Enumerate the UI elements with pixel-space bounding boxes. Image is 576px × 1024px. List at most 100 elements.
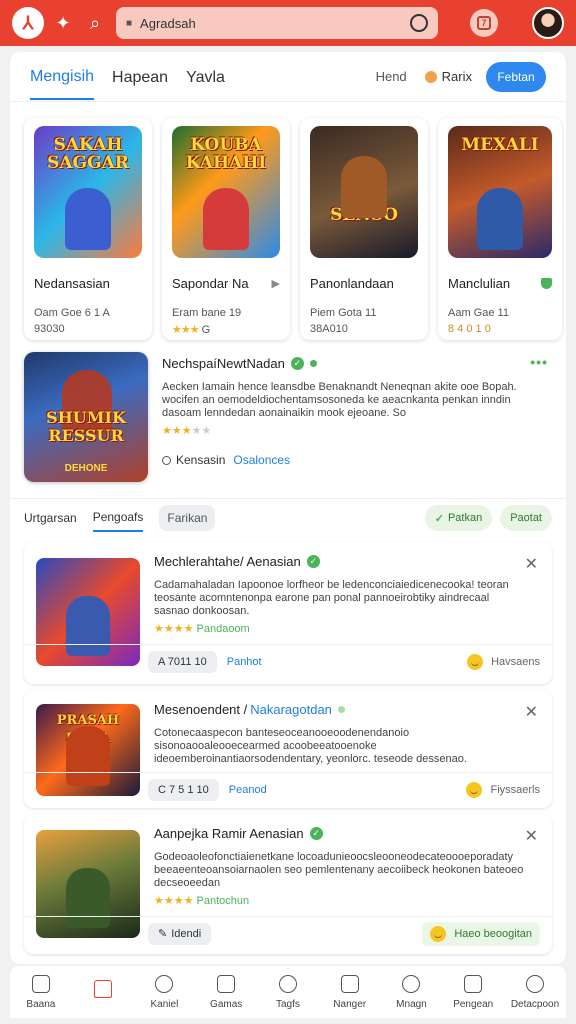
nav-home[interactable]: Baana — [12, 974, 70, 1010]
close-icon[interactable]: ✕ — [525, 702, 538, 722]
nav-manager[interactable]: Nanger — [321, 974, 379, 1010]
list-item[interactable]: Aanpejka Ramir Aenasian ✓ ✕ Godeoaoleofo… — [24, 814, 552, 954]
item-description: Cotonecaaspecon banteseoceanooeoodenenda… — [154, 727, 467, 765]
featured-description: Aecken Iamain hence leansdbe Benaknandt … — [162, 381, 517, 419]
game-thumbnail: SENSO — [310, 126, 418, 258]
item-chip[interactable]: ✎ Idendi — [148, 922, 212, 945]
featured-link-2[interactable]: Osalonces — [233, 453, 290, 467]
home-icon — [31, 974, 50, 993]
sub-tabs: Urtgarsan Pengoafs Farikan ✓ Patkan Paota… — [24, 504, 552, 532]
verified-check-icon: ✓ — [306, 555, 320, 568]
filter-pill-1[interactable]: ✓ Patkan — [424, 505, 493, 531]
close-icon[interactable]: ✕ — [525, 554, 538, 574]
nav-friends[interactable]: Mnagn — [382, 974, 440, 1010]
featured-thumbnail: SHUMIK RESSUR DEHONE — [24, 352, 148, 482]
item-link[interactable]: Peanod — [229, 784, 267, 796]
item-footer: C 7 5 1 10 Peanod Fiyssaerls — [24, 772, 552, 806]
featured-rating: ★★★★★ — [162, 425, 212, 437]
item-status[interactable]: Fiyssaerls — [490, 784, 540, 796]
online-dot-icon — [309, 360, 317, 367]
history-icon[interactable] — [410, 14, 428, 32]
search-icon[interactable]: ⌕ — [82, 10, 108, 36]
tab-2[interactable]: Yavla — [186, 55, 225, 99]
smiley-icon — [467, 653, 484, 670]
item-title: Mesenoendent / — [154, 702, 248, 717]
item-footer: ✎ Idendi Haeo beoogitan — [24, 916, 552, 950]
address-bar[interactable]: ■ Agradsah — [116, 7, 438, 39]
item-description: Cadamahaladan Iapoonoe lorfheor be leden… — [154, 579, 509, 617]
game-card[interactable]: MEXALI Manclulian Aam Gae 11 8 4 0 1 0 — [438, 118, 562, 340]
subtab-0[interactable]: Urtgarsan — [24, 505, 77, 531]
play-icon[interactable]: ▶ — [272, 277, 280, 290]
avatar[interactable] — [532, 7, 564, 39]
verified-check-icon: ✓ — [309, 827, 323, 840]
item-status[interactable]: Havsaens — [491, 656, 540, 668]
url-text: Agradsah — [140, 15, 196, 31]
item-link[interactable]: Panhot — [227, 656, 262, 668]
primary-action-button[interactable]: Febtan — [486, 61, 546, 92]
game-meta: Oam Goe 6 1 A — [34, 307, 110, 319]
nav-home-active[interactable] — [74, 980, 132, 1004]
item-status: Haeo beoogitan — [454, 927, 532, 940]
list-icon — [340, 974, 359, 993]
thumbnail-title: SAKAH SAGGAR — [47, 135, 129, 173]
game-name: Panonlandaan — [310, 276, 394, 291]
games-row: SAKAH SAGGAR Nedansasian Oam Goe 6 1 A 9… — [24, 118, 562, 340]
featured-link-1[interactable]: Kensasin — [176, 453, 225, 467]
check-icon: ✓ — [434, 512, 444, 525]
tag-icon — [278, 974, 297, 993]
character-figure — [203, 188, 249, 250]
item-chip[interactable]: A 7011 10 — [148, 650, 217, 673]
tab-0[interactable]: Mengisih — [30, 54, 95, 100]
subtab-1[interactable]: Pengoafs — [92, 504, 144, 532]
verified-check-icon: ✓ — [290, 357, 304, 370]
game-name: Manclulian — [448, 276, 511, 291]
bottom-nav: Baana Kaniel Gamas Tagfs Nanger Mnagn Pe… — [10, 966, 566, 1018]
item-chip[interactable]: C 7 5 1 10 — [148, 778, 219, 801]
rank-link[interactable]: Rarix — [424, 69, 472, 84]
nav-profile[interactable]: Kaniel — [135, 974, 193, 1010]
item-title-link[interactable]: Nakaragotdan — [250, 702, 332, 717]
bolt-icon[interactable]: ✦ — [50, 10, 76, 36]
game-name: Sapondar Na — [172, 276, 249, 291]
subtab-2[interactable]: Farikan — [159, 505, 216, 531]
game-card[interactable]: SENSO Panonlandaan Piem Gota 11 38A010 — [300, 118, 428, 340]
game-rating: 93030 — [34, 323, 65, 335]
chat-icon — [464, 974, 483, 993]
top-bar: ⅄ ✦ ⌕ ■ Agradsah 7 — [0, 0, 576, 46]
app-logo-icon[interactable]: ⅄ — [12, 7, 44, 39]
item-title: Aanpejka Ramir Aenasian — [154, 826, 304, 841]
game-card[interactable]: KOUBA KAHAHI Sapondar Na ▶ Eram bane 19 … — [162, 118, 290, 340]
account-icon — [526, 974, 544, 993]
character-figure — [65, 188, 111, 250]
nav-tags[interactable]: Tagfs — [259, 974, 317, 1010]
game-rating: 38A010 — [310, 323, 348, 335]
smiley-icon — [466, 781, 483, 798]
item-status-box[interactable]: Haeo beoogitan — [422, 921, 540, 946]
more-options-icon[interactable]: ••• — [530, 354, 548, 370]
nav-games[interactable]: Gamas — [197, 974, 255, 1010]
close-icon[interactable]: ✕ — [525, 826, 538, 846]
divider — [10, 498, 566, 499]
item-footer: A 7011 10 Panhot Havsaens — [24, 644, 552, 678]
main-tabs: Mengisih Hapean Yavla Hend Rarix Febtan — [10, 52, 566, 102]
filter-pill-2[interactable]: Paotat — [500, 505, 552, 531]
character-figure — [341, 156, 387, 218]
nav-account[interactable]: Detacpoon — [506, 974, 564, 1010]
character-figure — [477, 188, 523, 250]
nav-messages[interactable]: Pengean — [444, 974, 502, 1010]
featured-game[interactable]: SHUMIK RESSUR DEHONE NechspaíNewtNadan ✓… — [24, 352, 552, 496]
game-meta: Aam Gae 11 — [448, 307, 509, 319]
item-description: Godeoaoleofonctiaienetkane locoadunieooc… — [154, 851, 524, 889]
game-card[interactable]: SAKAH SAGGAR Nedansasian Oam Goe 6 1 A 9… — [24, 118, 152, 340]
side-link[interactable]: Hend — [376, 69, 407, 84]
list-item[interactable]: PRASAH KUHA Mesenoendent / Nakaragotdan … — [24, 690, 552, 808]
game-thumbnail: MEXALI — [448, 126, 552, 258]
house-icon — [93, 980, 112, 998]
list-item[interactable]: Mechlerahtahe/ Aenasian ✓ ✕ Cadamahalada… — [24, 542, 552, 684]
tab-1[interactable]: Hapean — [112, 55, 168, 99]
calendar-button[interactable]: 7 — [470, 9, 498, 37]
main-panel: Mengisih Hapean Yavla Hend Rarix Febtan … — [10, 52, 566, 964]
game-rating: 8 4 0 1 0 — [448, 323, 491, 335]
thumbnail-title: MEXALI — [461, 135, 539, 155]
